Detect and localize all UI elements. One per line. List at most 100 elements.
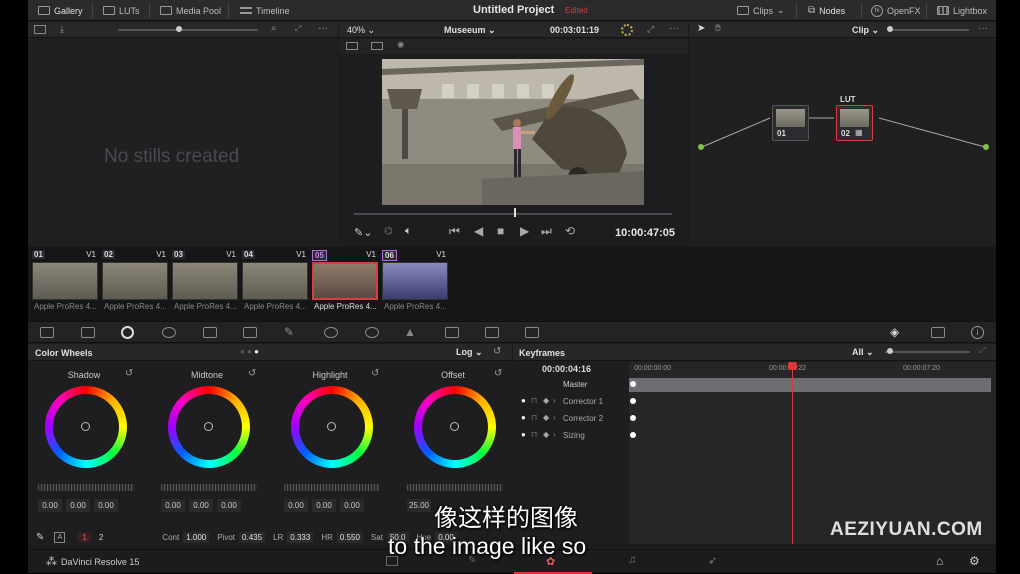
keyframe-zoom-knob[interactable] [887, 348, 893, 354]
play-icon[interactable]: ▶︎ [520, 224, 529, 238]
viewer-scrubber[interactable] [354, 213, 672, 215]
openfx-button[interactable]: fx OpenFX [871, 0, 921, 21]
master-track-bar[interactable] [629, 378, 991, 392]
rgb-mixer-icon[interactable] [162, 327, 176, 338]
keyframe-marker[interactable] [630, 381, 636, 387]
more-options-icon[interactable]: ··· [318, 23, 328, 34]
reset-icon[interactable]: ↺ [494, 368, 502, 379]
eyedropper-icon[interactable]: ✎⌄ [354, 226, 372, 239]
wheel-center-handle[interactable] [450, 422, 459, 431]
split-screen-icon[interactable] [371, 42, 383, 50]
keyframe-diamond-icon[interactable]: ◆ [543, 396, 549, 405]
lock-icon[interactable]: ⊓ [531, 413, 537, 422]
speaker-icon[interactable]: 🔈︎ [405, 225, 412, 238]
color-match-icon[interactable] [81, 327, 95, 338]
home-icon[interactable]: ⌂ [936, 554, 943, 568]
keyframe-marker[interactable] [630, 398, 636, 404]
key-icon[interactable] [445, 327, 459, 338]
color-mode-icon[interactable] [621, 24, 633, 36]
sizing-icon[interactable] [485, 327, 499, 338]
wheel-mode-select[interactable]: Log ⌄ [456, 347, 483, 358]
loop-playback-icon[interactable]: ⟲ [565, 224, 575, 238]
blur-icon[interactable]: ▲ [404, 325, 416, 339]
keyframe-marker[interactable] [630, 415, 636, 421]
color-wheels-icon[interactable] [121, 326, 134, 339]
clip-02[interactable]: 02 V1 Apple ProRes 4... [102, 250, 168, 312]
visibility-dot-icon[interactable]: ● [521, 413, 526, 422]
visibility-dot-icon[interactable]: ● [521, 396, 526, 405]
lr-value[interactable]: 0.333 [287, 531, 314, 543]
timeline-button[interactable]: Timeline [240, 0, 290, 21]
luts-button[interactable]: LUTs [103, 0, 140, 21]
master-wheel[interactable] [284, 484, 380, 491]
lock-icon[interactable]: ⊓ [531, 396, 537, 405]
tracker-icon[interactable] [365, 327, 379, 338]
settings-gear-icon[interactable]: ⚙ [969, 554, 980, 568]
expand-chevron-icon[interactable]: › [553, 413, 556, 422]
value-y[interactable]: 0.00 [161, 499, 185, 512]
clip-06[interactable]: 06 V1 Apple ProRes 4... [382, 250, 448, 312]
wheel-center-handle[interactable] [204, 422, 213, 431]
node-02[interactable]: 02 ▦ [836, 105, 873, 141]
reset-icon[interactable]: ↺ [371, 368, 379, 379]
expand-icon[interactable]: ⤢ [295, 24, 301, 34]
3d-icon[interactable] [525, 327, 539, 338]
master-wheel[interactable] [161, 484, 257, 491]
value-r[interactable]: 0.00 [312, 499, 336, 512]
master-wheel[interactable] [38, 484, 134, 491]
info-icon[interactable]: i [971, 326, 984, 339]
loop-icon[interactable]: ⌬ [384, 226, 393, 237]
search-icon[interactable]: ⌕ [271, 23, 277, 34]
visibility-dot-icon[interactable]: ● [521, 430, 526, 439]
value-r[interactable]: 25.00 [407, 499, 431, 512]
value-y[interactable]: 0.00 [38, 499, 62, 512]
reset-all-icon[interactable]: ↺ [493, 346, 501, 357]
skip-last-icon[interactable]: ⏭︎ [541, 224, 552, 239]
playhead-line[interactable] [792, 362, 793, 544]
gallery-button[interactable]: Gallery [38, 0, 83, 21]
reverse-play-icon[interactable]: ◀︎ [474, 224, 483, 238]
motion-effects-icon[interactable] [203, 327, 217, 338]
camera-raw-icon[interactable] [40, 327, 54, 338]
clips-button[interactable]: Clips ⌄ [737, 0, 785, 21]
auto-balance-icon[interactable]: A [54, 531, 66, 543]
wheel-center-handle[interactable] [327, 422, 336, 431]
fullscreen-icon[interactable]: ⤢ [647, 24, 654, 35]
clip-05[interactable]: 05 V1 Apple ProRes 4... [312, 250, 378, 312]
gallery-zoom-knob[interactable] [176, 26, 182, 32]
playhead-marker[interactable] [788, 362, 797, 370]
page-2-button[interactable]: 2 [96, 532, 106, 543]
gallery-zoom-slider[interactable] [118, 29, 258, 31]
curves-icon[interactable] [243, 327, 257, 338]
keyframes-icon[interactable]: ◈ [890, 325, 899, 339]
expand-chevron-icon[interactable]: › [553, 430, 556, 439]
picker-icon[interactable]: ✎ [36, 532, 44, 543]
clip-03[interactable]: 03 V1 Apple ProRes 4... [172, 250, 238, 312]
fairlight-page-icon[interactable]: ♫ [628, 554, 636, 566]
nodes-button[interactable]: ⧉ Nodes [808, 0, 845, 21]
keyframe-marker[interactable] [630, 432, 636, 438]
keyframe-track-area[interactable]: 00:00:00:00 00:00:03:22 00:00:07:20 [629, 362, 996, 544]
hr-value[interactable]: 0.550 [336, 531, 363, 543]
lock-icon[interactable]: ⊓ [531, 430, 537, 439]
image-wipe-icon[interactable] [346, 42, 358, 50]
media-pool-button[interactable]: Media Pool [160, 0, 221, 21]
value-b[interactable]: 0.00 [340, 499, 364, 512]
keyframe-zoom-slider[interactable] [885, 351, 970, 353]
highlight-icon[interactable]: ✺ [397, 40, 405, 51]
import-icon[interactable]: ⤓ [60, 24, 64, 35]
power-window-icon[interactable] [324, 327, 338, 338]
scopes-icon[interactable] [931, 327, 945, 338]
qualifier-icon[interactable]: ✎ [284, 325, 294, 339]
value-r[interactable]: 0.00 [189, 499, 213, 512]
skip-first-icon[interactable]: ⏮︎ [449, 224, 460, 239]
value-b[interactable]: 0.00 [94, 499, 118, 512]
pivot-value[interactable]: 0.435 [239, 531, 266, 543]
expand-chevron-icon[interactable]: › [553, 396, 556, 405]
expand-icon[interactable]: ⤢ [979, 346, 985, 356]
value-r[interactable]: 0.00 [66, 499, 90, 512]
master-wheel[interactable] [407, 484, 503, 491]
timeline-name[interactable]: Museeum ⌄ [444, 25, 496, 36]
zoom-select[interactable]: 40% ⌄ [347, 25, 375, 36]
more-options-icon[interactable]: ··· [669, 23, 679, 34]
